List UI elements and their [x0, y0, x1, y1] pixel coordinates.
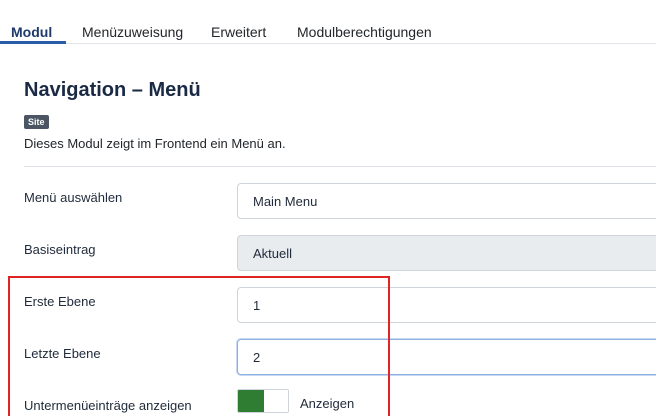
menu-label: Menü auswählen	[24, 190, 123, 205]
active-tab-indicator	[0, 41, 66, 44]
tab-modulberechtigungen[interactable]: Modulberechtigungen	[297, 0, 432, 44]
base-item-field[interactable]: Aktuell	[237, 235, 656, 271]
menu-select[interactable]: Main Menu	[237, 183, 656, 219]
tab-menuzuweisung[interactable]: Menüzuweisung	[82, 0, 183, 44]
tab-modul[interactable]: Modul	[11, 0, 52, 44]
highlight-box	[8, 276, 390, 416]
module-description: Dieses Modul zeigt im Frontend ein Menü …	[24, 136, 286, 151]
tab-bar: Modul Menüzuweisung Erweitert Modulberec…	[0, 0, 656, 44]
site-badge: Site	[24, 115, 49, 129]
base-item-label: Basiseintrag	[24, 242, 96, 257]
divider	[24, 166, 656, 167]
menu-select-value: Main Menu	[253, 194, 318, 209]
base-item-value: Aktuell	[253, 246, 293, 261]
tab-erweitert[interactable]: Erweitert	[211, 0, 266, 44]
page-title: Navigation – Menü	[24, 79, 201, 101]
